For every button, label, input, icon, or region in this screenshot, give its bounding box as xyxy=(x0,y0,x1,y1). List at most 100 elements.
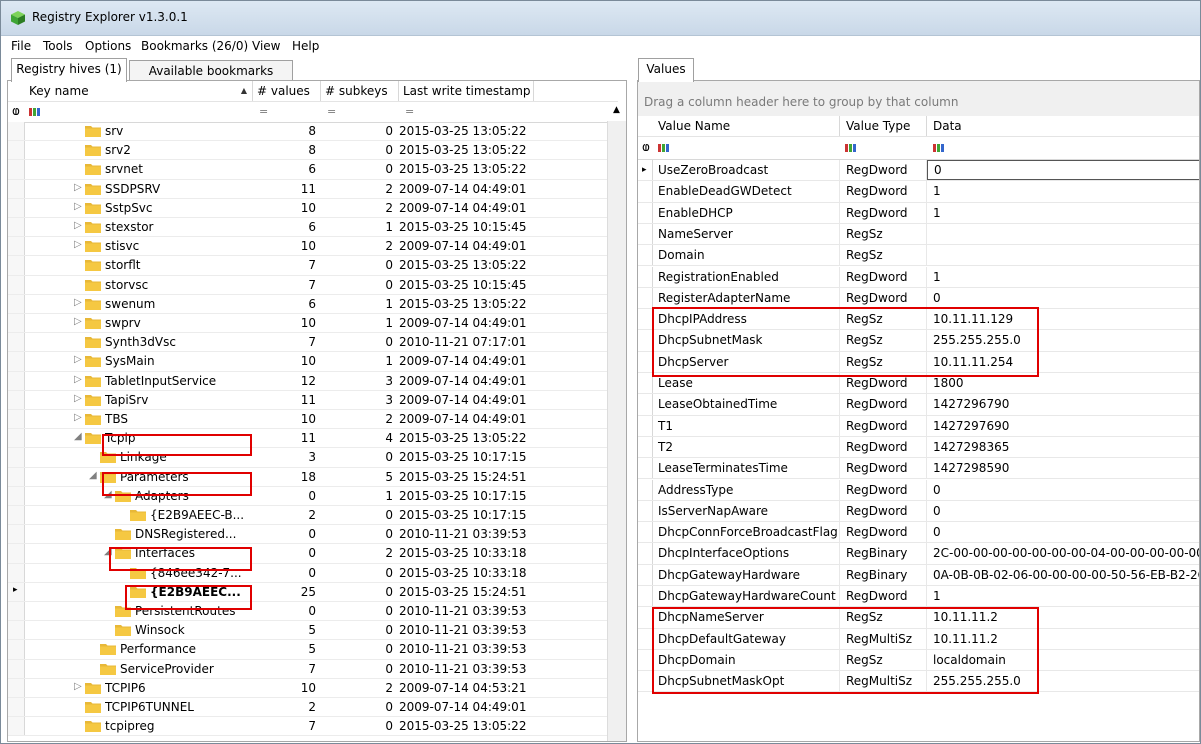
expand-arrow-icon[interactable]: ▷ xyxy=(74,374,82,385)
value-row[interactable]: ▸ UseZeroBroadcast RegDword 0 xyxy=(638,160,1199,182)
filter-equals-subkeys[interactable]: = xyxy=(327,105,336,118)
value-row[interactable]: RegisterAdapterName RegDword 0 xyxy=(638,287,1199,310)
value-row[interactable]: DhcpSubnetMask RegSz 255.255.255.0 xyxy=(638,330,1199,352)
value-row[interactable]: Lease RegDword 1800 xyxy=(638,373,1199,395)
key-row[interactable]: ◢ Tcpip 11 4 2015-03-25 13:05:22 xyxy=(8,429,618,449)
expand-arrow-icon[interactable]: ▷ xyxy=(74,182,82,193)
value-row[interactable]: DhcpSubnetMaskOpt RegMultiSz 255.255.255.0 xyxy=(638,671,1199,693)
key-row[interactable]: PersistentRoutes 0 0 2010-11-21 03:39:53 xyxy=(8,602,618,622)
value-row[interactable]: DhcpDefaultGateway RegMultiSz 10.11.11.2 xyxy=(638,628,1199,650)
menu-options[interactable]: Options xyxy=(85,39,131,53)
keys-scrollbar[interactable] xyxy=(607,121,626,741)
key-row[interactable]: TCPIP6TUNNEL 2 0 2009-07-14 04:49:01 xyxy=(8,698,618,718)
key-row[interactable]: srv2 8 0 2015-03-25 13:05:22 xyxy=(8,141,618,161)
col-value-name[interactable]: Value Name xyxy=(652,116,840,136)
key-row[interactable]: Performance 5 0 2010-11-21 03:39:53 xyxy=(8,640,618,660)
value-row[interactable]: DhcpConnForceBroadcastFlag RegDword 0 xyxy=(638,522,1199,544)
value-row[interactable]: DhcpInterfaceOptions RegBinary 2C-00-00-00… xyxy=(638,543,1199,565)
value-row[interactable]: DhcpGatewayHardwareCount RegDword 1 xyxy=(638,586,1199,608)
col-key-name[interactable]: Key name ▲ xyxy=(25,81,253,101)
menu-view[interactable]: View xyxy=(252,39,280,53)
key-row[interactable]: ◢ Interfaces 0 2 2015-03-25 10:33:18 xyxy=(8,544,618,564)
col-subkeys[interactable]: # subkeys xyxy=(321,81,399,101)
scroll-up-icon[interactable]: ▲ xyxy=(613,105,620,115)
key-row[interactable]: {E2B9AEEC-B... 2 0 2015-03-25 10:17:15 xyxy=(8,506,618,526)
tab-available-bookmarks[interactable]: Available bookmarks (26/0) xyxy=(129,60,293,98)
filter-equals-timestamp[interactable]: = xyxy=(405,105,414,118)
key-row[interactable]: srv 8 0 2015-03-25 13:05:22 xyxy=(8,122,618,142)
value-row[interactable]: DhcpIPAddress RegSz 10.11.11.129 xyxy=(638,309,1199,331)
menu-tools[interactable]: Tools xyxy=(43,39,73,53)
value-row[interactable]: DhcpNameServer RegSz 10.11.11.2 xyxy=(638,607,1199,629)
row-indicator xyxy=(8,717,25,736)
key-row[interactable]: ▷ SSDPSRV 11 2 2009-07-14 04:49:01 xyxy=(8,179,618,199)
data-filter-icon[interactable] xyxy=(933,144,946,152)
value-row[interactable]: IsServerNapAware RegDword 0 xyxy=(638,500,1199,523)
col-timestamp[interactable]: Last write timestamp xyxy=(399,81,534,101)
col-values[interactable]: # values xyxy=(253,81,321,101)
value-row[interactable]: LeaseTerminatesTime RegDword 1427298590 xyxy=(638,458,1199,480)
value-row[interactable]: DhcpGatewayHardware RegBinary 0A-0B-0B-02-… xyxy=(638,564,1199,586)
key-row[interactable]: Linkage 3 0 2015-03-25 10:17:15 xyxy=(8,448,618,468)
filter-equals-values[interactable]: = xyxy=(259,105,268,118)
key-row[interactable]: ▷ TapiSrv 11 3 2009-07-14 04:49:01 xyxy=(8,390,618,410)
key-row[interactable]: ▷ TabletInputService 12 3 2009-07-14 04:49:0… xyxy=(8,371,618,391)
key-row[interactable]: ▷ stisvc 10 2 2009-07-14 04:49:01 xyxy=(8,237,618,257)
col-data[interactable]: Data xyxy=(927,116,1199,136)
key-row[interactable]: storvsc 7 0 2015-03-25 10:15:45 xyxy=(8,275,618,295)
key-row[interactable]: tcpipreg 7 0 2015-03-25 13:05:22 xyxy=(8,717,618,737)
value-row[interactable]: NameServer RegSz xyxy=(638,223,1199,246)
key-row[interactable]: ServiceProvider 7 0 2010-11-21 03:39:53 xyxy=(8,659,618,679)
key-row[interactable]: ▷ swprv 10 1 2009-07-14 04:49:01 xyxy=(8,314,618,334)
key-row[interactable]: ▷ stexstor 6 1 2015-03-25 10:15:45 xyxy=(8,218,618,238)
expand-arrow-icon[interactable]: ▷ xyxy=(74,239,82,250)
expand-arrow-icon[interactable]: ▷ xyxy=(74,220,82,231)
key-row[interactable]: ▷ TBS 10 2 2009-07-14 04:49:01 xyxy=(8,410,618,430)
collapse-arrow-icon[interactable]: ◢ xyxy=(104,546,112,557)
key-row[interactable]: DNSRegistered... 0 0 2010-11-21 03:39:53 xyxy=(8,525,618,545)
expand-arrow-icon[interactable]: ▷ xyxy=(74,681,82,692)
key-row[interactable]: Synth3dVsc 7 0 2010-11-21 07:17:01 xyxy=(8,333,618,353)
menu-bookmarks[interactable]: Bookmarks (26/0) xyxy=(141,39,248,53)
key-row[interactable]: ▷ swenum 6 1 2015-03-25 13:05:22 xyxy=(8,294,618,314)
expand-arrow-icon[interactable]: ▷ xyxy=(74,316,82,327)
value-row[interactable]: DhcpDomain RegSz localdomain xyxy=(638,649,1199,672)
key-row[interactable]: Winsock 5 0 2010-11-21 03:39:53 xyxy=(8,621,618,641)
expand-arrow-icon[interactable]: ▷ xyxy=(74,412,82,423)
value-row[interactable]: AddressType RegDword 0 xyxy=(638,479,1199,501)
key-row[interactable]: ▷ SysMain 10 1 2009-07-14 04:49:01 xyxy=(8,352,618,372)
value-row[interactable]: DhcpServer RegSz 10.11.11.254 xyxy=(638,351,1199,373)
text-filter-icon[interactable] xyxy=(29,108,42,116)
col-value-type[interactable]: Value Type xyxy=(840,116,927,136)
expand-arrow-icon[interactable]: ▷ xyxy=(74,393,82,404)
key-row[interactable]: {846ee342-7... 0 0 2015-03-25 10:33:18 xyxy=(8,563,618,583)
key-row[interactable]: ▷ TCPIP6 10 2 2009-07-14 04:53:21 xyxy=(8,678,618,698)
value-row[interactable]: T1 RegDword 1427297690 xyxy=(638,415,1199,437)
key-row[interactable]: ◢ Parameters 18 5 2015-03-25 15:24:51 xyxy=(8,467,618,487)
type-filter-icon[interactable] xyxy=(845,144,858,152)
collapse-arrow-icon[interactable]: ◢ xyxy=(104,489,112,500)
key-row[interactable]: srvnet 6 0 2015-03-25 13:05:22 xyxy=(8,160,618,180)
collapse-arrow-icon[interactable]: ◢ xyxy=(89,470,97,481)
menu-help[interactable]: Help xyxy=(292,39,319,53)
expand-arrow-icon[interactable]: ▷ xyxy=(74,201,82,212)
tab-values[interactable]: Values xyxy=(638,58,694,82)
key-row[interactable]: ▷ SstpSvc 10 2 2009-07-14 04:49:01 xyxy=(8,198,618,218)
value-row[interactable]: EnableDHCP RegDword 1 xyxy=(638,202,1199,224)
folder-icon xyxy=(85,222,101,233)
name-filter-icon[interactable] xyxy=(658,144,671,152)
tab-registry-hives[interactable]: Registry hives (1) xyxy=(11,58,127,82)
value-row[interactable]: LeaseObtainedTime RegDword 1427296790 xyxy=(638,394,1199,416)
expand-arrow-icon[interactable]: ▷ xyxy=(74,297,82,308)
expand-arrow-icon[interactable]: ▷ xyxy=(74,354,82,365)
key-row[interactable]: ▸ {E2B9AEEC... 25 0 2015-03-25 15:24:51 xyxy=(8,582,618,602)
value-row[interactable]: RegistrationEnabled RegDword 1 xyxy=(638,266,1199,288)
menu-file[interactable]: File xyxy=(11,39,31,53)
value-row[interactable]: EnableDeadGWDetect RegDword 1 xyxy=(638,181,1199,203)
collapse-arrow-icon[interactable]: ◢ xyxy=(74,431,82,442)
key-row[interactable]: storflt 7 0 2015-03-25 13:05:22 xyxy=(8,256,618,276)
value-row[interactable]: Domain RegSz xyxy=(638,245,1199,267)
group-by-panel[interactable]: Drag a column header here to group by th… xyxy=(637,80,1200,116)
key-row[interactable]: ◢ Adapters 0 1 2015-03-25 10:17:15 xyxy=(8,486,618,506)
value-row[interactable]: T2 RegDword 1427298365 xyxy=(638,436,1199,459)
